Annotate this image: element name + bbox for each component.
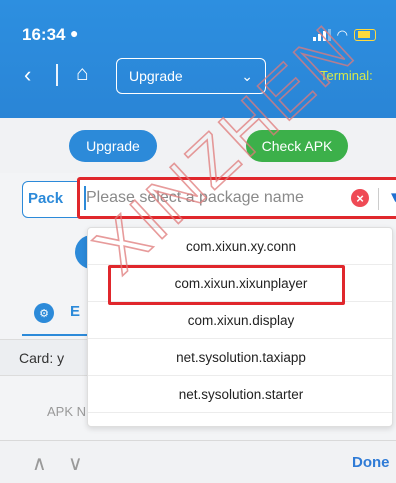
package-dropdown: com.xixun.xy.conn com.xixun.xixunplayer … — [87, 227, 393, 427]
nav-separator — [56, 64, 58, 86]
chevron-down-icon: ⌄ — [241, 67, 253, 84]
home-icon[interactable]: ⌂ — [76, 63, 89, 85]
dropdown-option[interactable]: com.xixun.xy.conn — [88, 228, 392, 265]
signal-icon — [312, 29, 331, 41]
check-apk-button[interactable]: Check APK — [246, 130, 348, 162]
package-placeholder: Please select a package name — [86, 189, 304, 206]
status-icons: ◠ — [312, 27, 376, 43]
upgrade-button[interactable]: Upgrade — [69, 130, 157, 162]
keyboard-accessory-bar: ∧ ∨ Done — [0, 440, 396, 483]
tab-label: E — [70, 303, 81, 320]
card-row: Card: y — [0, 339, 100, 376]
terminal-label: Terminal: — [320, 68, 373, 83]
dropdown-arrow-icon[interactable]: ▼ — [388, 189, 396, 206]
clear-icon[interactable]: × — [351, 189, 369, 207]
dropdown-option[interactable]: com.xixun.display — [88, 302, 392, 339]
tab-icon: ⚙ — [34, 303, 54, 323]
wifi-icon: ◠ — [336, 27, 348, 42]
input-separator — [378, 188, 379, 210]
selection-highlight — [108, 265, 345, 305]
tab-background: ⚙ E — [22, 300, 92, 328]
function-select[interactable]: Upgrade ⌄ — [116, 58, 266, 94]
dropdown-option[interactable]: net.sysolution.taxiapp — [88, 339, 392, 376]
previous-field-icon[interactable]: ∧ — [32, 451, 47, 476]
person-icon: ● — [70, 25, 79, 41]
package-name-input[interactable]: Please select a package name × ▼ — [77, 177, 396, 219]
status-time: 16:34 — [22, 25, 66, 44]
package-row: Pack Please select a package name × ▼ — [22, 177, 396, 219]
apk-name-label: APK N — [47, 404, 87, 419]
function-select-value: Upgrade — [129, 68, 183, 84]
back-icon[interactable]: ‹ — [24, 64, 31, 86]
action-bar: Upgrade Check APK — [0, 118, 396, 173]
dropdown-option[interactable]: net.sysolution.starter — [88, 376, 392, 413]
card-label: Card: y — [19, 350, 65, 366]
battery-icon — [354, 29, 376, 41]
app-header: 16:34 ● ◠ ‹ ⌂ Upgrade ⌄ Terminal: — [0, 0, 396, 118]
tab-underline — [22, 334, 92, 336]
app-screen: 16:34 ● ◠ ‹ ⌂ Upgrade ⌄ Terminal: Upgrad… — [0, 0, 396, 483]
next-field-icon[interactable]: ∨ — [68, 451, 83, 476]
done-button[interactable]: Done — [352, 454, 390, 471]
package-label: Pack — [28, 190, 64, 207]
